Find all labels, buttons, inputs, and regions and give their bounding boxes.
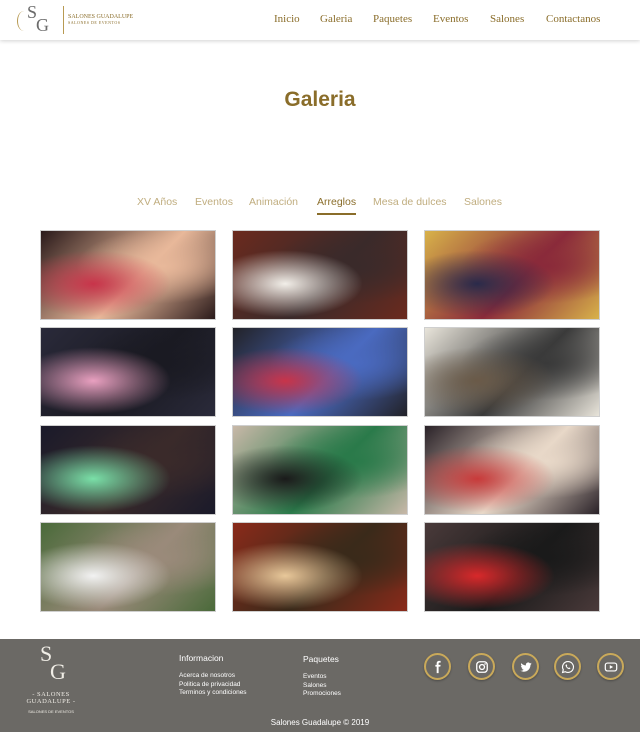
footer-link-acerca[interactable]: Acerca de nosotros [179,672,247,681]
photo-party-balloons[interactable] [424,425,600,515]
footer-link-privacidad[interactable]: Politica de privacidad [179,681,247,690]
footer-logo-subtitle: SALONES DE EVENTOS [28,709,74,714]
footer-initial-g: G [50,659,66,684]
footer-link-promociones[interactable]: Promociones [303,690,341,699]
nav-galeria[interactable]: Galeria [320,13,352,25]
nav-paquetes[interactable]: Paquetes [373,13,412,25]
site-logo[interactable]: S G SALONES GUADALUPE SALONES DE EVENTOS [17,3,133,37]
photo-image [425,231,599,319]
nav-eventos[interactable]: Eventos [433,13,468,25]
footer-link-terminos[interactable]: Terminos y condiciones [179,689,247,698]
photo-bride-garden[interactable] [40,522,216,612]
photo-quinceanera-chambelanes[interactable] [40,327,216,417]
logo-subtitle: SALONES DE EVENTOS [68,20,121,26]
instagram-icon[interactable] [468,653,495,680]
footer-link-salones[interactable]: Salones [303,682,341,691]
tab-animacion[interactable]: Animación [249,196,298,208]
photo-balcony-building[interactable] [424,327,600,417]
footer-paquetes-column: Paquetes Eventos Salones Promociones [303,654,341,699]
twitter-icon[interactable] [512,653,539,680]
tab-salones[interactable]: Salones [464,196,502,208]
photo-friends-singing[interactable] [40,230,216,320]
photo-image [41,523,215,611]
photo-image [41,426,215,514]
photo-image [41,328,215,416]
footer-monogram: S G [14,643,88,687]
tab-eventos[interactable]: Eventos [195,196,233,208]
logo-text: SALONES GUADALUPE SALONES DE EVENTOS [68,14,133,26]
photo-image [233,426,407,514]
social-links [424,653,628,681]
footer-logo[interactable]: S G - SALONES GUADALUPE - SALONES DE EVE… [14,643,88,715]
footer-info-title: Informacion [179,653,224,663]
site-footer: S G - SALONES GUADALUPE - SALONES DE EVE… [0,639,640,732]
photo-image [233,523,407,611]
tab-arreglos[interactable]: Arreglos [317,196,357,215]
photo-girls-sofa[interactable] [232,425,408,515]
photo-red-dress-portrait[interactable] [424,522,600,612]
logo-divider [63,6,64,34]
footer-link-eventos[interactable]: Eventos [303,673,341,682]
tab-xv-anos[interactable]: XV Años [137,196,177,208]
footer-paquetes-title: Paquetes [303,654,339,664]
nav-contactanos[interactable]: Contactanos [546,13,600,25]
photo-ballroom[interactable] [232,522,408,612]
photo-image [233,328,407,416]
tab-mesa-de-dulces[interactable]: Mesa de dulces [373,196,447,208]
gallery-filter-tabs: XV Años Eventos Animación Arreglos Mesa … [0,196,640,218]
photo-image [233,231,407,319]
photo-image [425,523,599,611]
photo-image [41,231,215,319]
photo-image [425,426,599,514]
nav-inicio[interactable]: Inicio [274,13,300,25]
photo-group-yellow-building[interactable] [424,230,600,320]
footer-info-column: Informacion Acerca de nosotros Politica … [179,653,247,698]
site-header: S G SALONES GUADALUPE SALONES DE EVENTOS… [0,0,640,40]
footer-logo-name: - SALONES GUADALUPE - [26,691,76,705]
whatsapp-icon[interactable] [554,653,581,680]
copyright-text: Salones Guadalupe © 2019 [270,718,370,727]
facebook-icon[interactable] [424,653,451,680]
photo-lantern-release[interactable] [40,425,216,515]
nav-salones[interactable]: Salones [490,13,524,25]
photo-couple-doorway[interactable] [232,230,408,320]
youtube-icon[interactable] [597,653,624,680]
logo-monogram: S G [17,3,59,37]
photo-image [425,328,599,416]
logo-initial-g: G [36,15,49,35]
page-title: Galeria [284,88,356,111]
photo-dance-show[interactable] [232,327,408,417]
